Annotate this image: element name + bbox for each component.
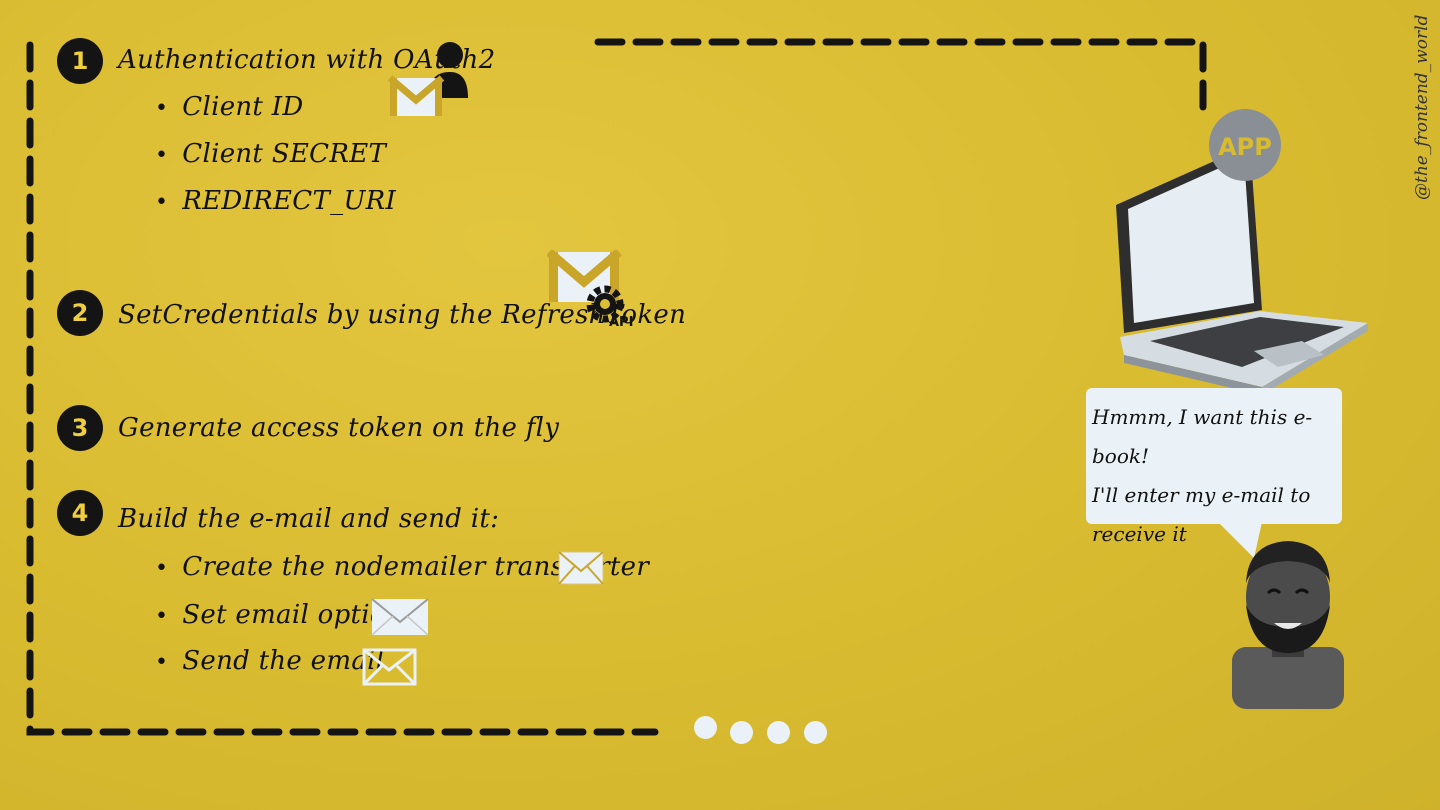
step-4-bullet-send-email: Send the email — [155, 646, 384, 676]
speech-bubble: Hmmm, I want this e-book! I'll enter my … — [1086, 388, 1342, 546]
api-label: API — [609, 315, 633, 330]
speech-line-1: Hmmm, I want this e-book! — [1092, 405, 1313, 468]
step-4-title: Build the e-mail and send it: — [118, 504, 500, 534]
gmail-api-icon: API — [547, 250, 633, 330]
step-3-title: Generate access token on the fly — [118, 413, 560, 443]
step-1-badge: 1 — [57, 38, 103, 84]
pagination-dot-1[interactable] — [694, 716, 717, 739]
pagination-dot-3[interactable] — [767, 721, 790, 744]
app-badge: APP — [1209, 109, 1281, 181]
step-2-badge: 2 — [57, 290, 103, 336]
app-badge-label: APP — [1218, 133, 1272, 161]
laptop-illustration: APP — [1116, 109, 1368, 395]
speech-line-2: I'll enter my e-mail to — [1092, 483, 1311, 507]
envelope-open-icon — [371, 598, 429, 636]
pagination-dot-4[interactable] — [804, 721, 827, 744]
bearded-man-avatar — [1232, 541, 1344, 709]
step-1-bullet-redirect-uri: REDIRECT_URI — [155, 186, 396, 216]
step-1-bullet-client-id: Client ID — [155, 92, 303, 122]
watermark-handle: @the_frontend_world — [1412, 14, 1432, 200]
envelope-outline-icon — [362, 648, 417, 686]
step-1-bullet-client-secret: Client SECRET — [155, 139, 386, 169]
envelope-icon — [558, 551, 604, 585]
pagination-dot-2[interactable] — [730, 721, 753, 744]
step-3-badge: 3 — [57, 405, 103, 451]
step-4-badge: 4 — [57, 490, 103, 536]
gmail-user-icon — [388, 42, 468, 116]
